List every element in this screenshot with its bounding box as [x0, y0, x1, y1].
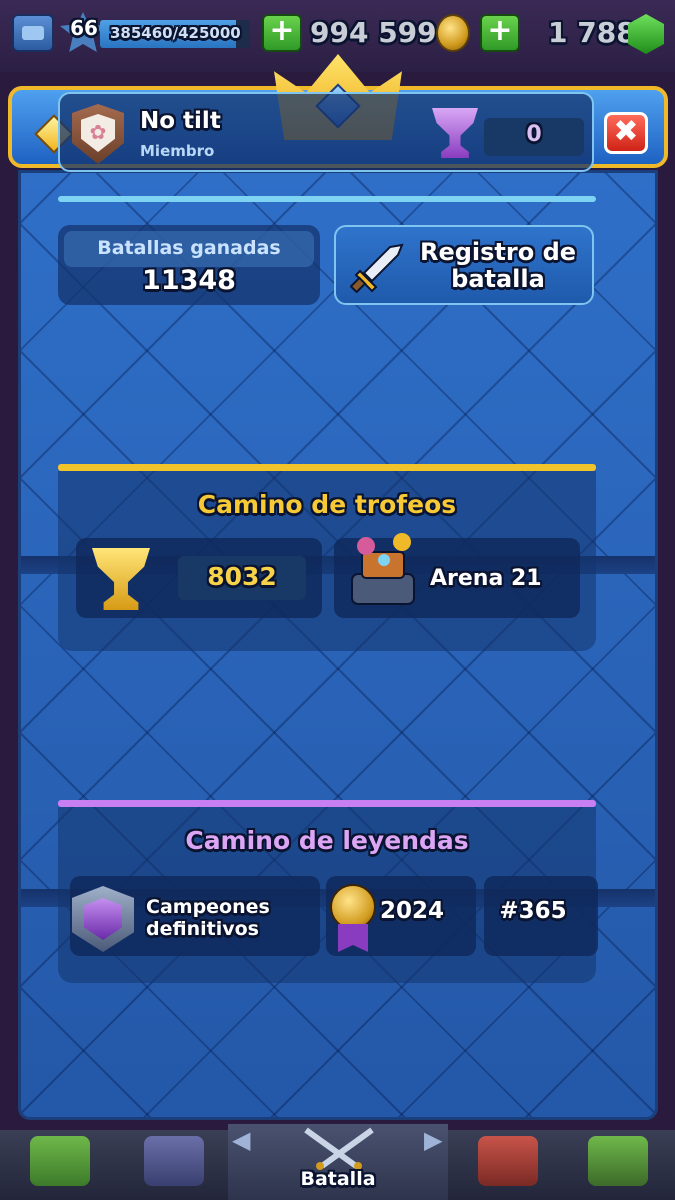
xp-text: 385460/425000	[110, 24, 241, 42]
shop-icon	[30, 1136, 90, 1186]
trophy-road-title: Camino de trofeos	[197, 490, 457, 519]
divider-line	[58, 196, 596, 202]
tab-clan[interactable]	[452, 1130, 562, 1200]
trophy-count: 8032	[207, 562, 277, 591]
cards-icon	[144, 1136, 204, 1186]
arena-name: Arena 21	[430, 566, 542, 591]
legend-rank-name: Campeones definitivos	[146, 896, 270, 940]
level-number: 66	[70, 16, 98, 40]
profile-icon[interactable]	[12, 14, 54, 52]
clan-icon	[478, 1136, 538, 1186]
arena-icon	[351, 533, 415, 605]
legends-path-title: Camino de leyendas	[185, 826, 469, 855]
battles-won-value: 11348	[142, 265, 236, 296]
tab-cards[interactable]	[118, 1130, 228, 1200]
gold-coin-icon	[436, 14, 470, 52]
season-year: 2024	[380, 898, 445, 924]
battle-icon	[304, 1127, 374, 1170]
sword-icon	[350, 243, 404, 293]
close-button[interactable]: ✖	[604, 112, 648, 154]
add-gold-button[interactable]: +	[262, 14, 302, 52]
clan-trophy-icon	[432, 108, 478, 158]
gems-amount: 1 788	[548, 16, 636, 49]
battles-won-label: Batallas ganadas	[97, 237, 281, 259]
clan-name: No tilt	[140, 108, 221, 134]
gold-amount: 994 599	[310, 16, 437, 49]
clan-card[interactable]: ✿ No tilt Miembro 0	[58, 92, 594, 172]
arrow-left-icon[interactable]: ◀	[232, 1126, 250, 1154]
legends-path-line	[58, 800, 596, 807]
clan-trophy-count: 0	[526, 122, 542, 147]
tab-shop[interactable]	[4, 1130, 114, 1200]
battle-log-label: Registro de batalla	[419, 238, 577, 293]
rank-position: #365	[499, 898, 567, 924]
battles-won-card: Batallas ganadas 11348	[58, 225, 320, 305]
battle-log-button[interactable]: Registro de batalla	[334, 225, 594, 305]
season-medal-icon	[330, 884, 376, 930]
arrow-right-icon[interactable]: ▶	[424, 1126, 442, 1154]
tab-events[interactable]	[562, 1130, 672, 1200]
clan-role: Miembro	[140, 142, 215, 160]
battle-tab-label: Batalla	[300, 1168, 376, 1190]
add-gems-button[interactable]: +	[480, 14, 520, 52]
trophy-road-line	[58, 464, 596, 471]
events-icon	[588, 1136, 648, 1186]
